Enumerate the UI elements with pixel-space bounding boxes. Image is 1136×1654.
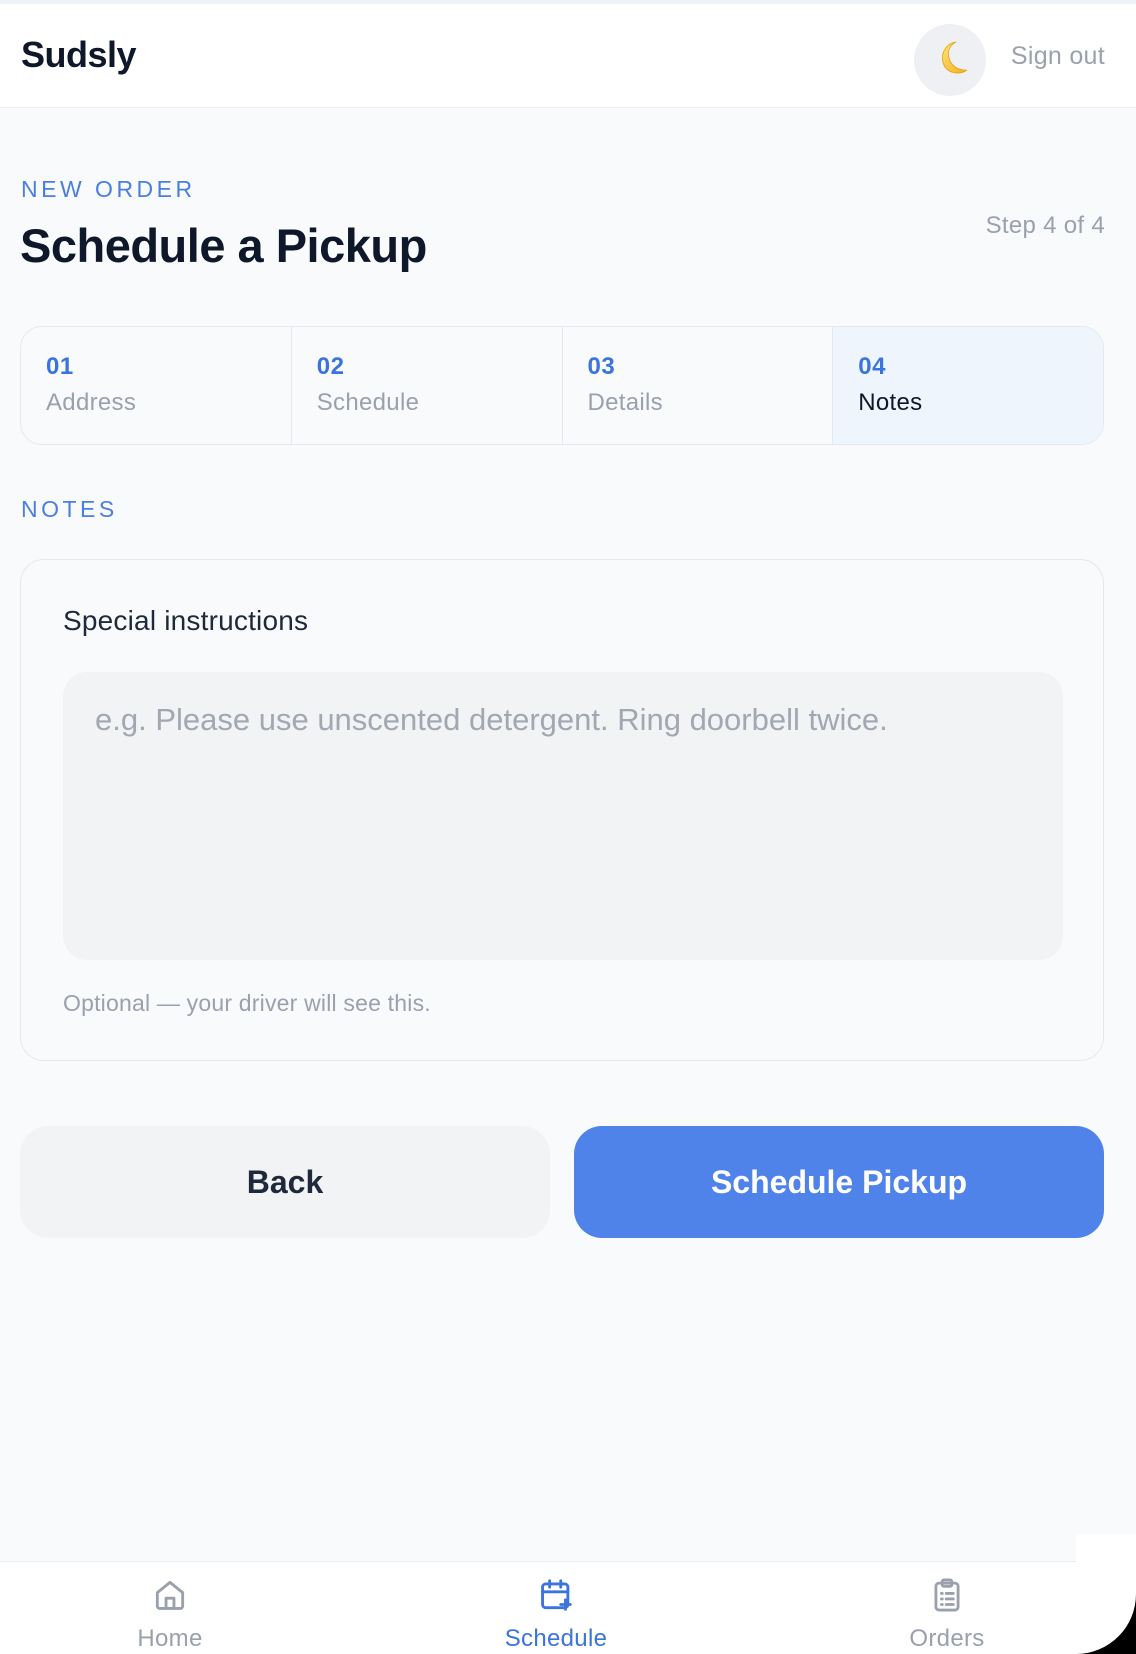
back-button[interactable]: Back — [20, 1126, 550, 1238]
top-bar: Sudsly Sign out — [0, 0, 1136, 108]
step-notes[interactable]: 04 Notes — [833, 327, 1103, 444]
step-schedule[interactable]: 02 Schedule — [292, 327, 563, 444]
app-screen: Sudsly Sign out NEW ORDER Schedule a Pic… — [0, 0, 1136, 1654]
step-label: Notes — [858, 389, 923, 416]
notes-card: Special instructions Optional — your dri… — [20, 559, 1104, 1061]
page-eyebrow: NEW ORDER — [21, 176, 196, 202]
nav-item-schedule[interactable]: Schedule — [466, 1576, 646, 1653]
step-details[interactable]: 03 Details — [563, 327, 834, 444]
nav-label: Orders — [909, 1625, 985, 1652]
home-icon — [151, 1576, 189, 1619]
step-number: 03 — [587, 353, 616, 380]
order-stepper: 01 Address 02 Schedule 03 Details 04 Not… — [20, 326, 1104, 445]
moon-icon — [929, 37, 971, 84]
special-instructions-input[interactable] — [63, 672, 1063, 960]
notes-hint: Optional — your driver will see this. — [63, 990, 431, 1016]
step-counter: Step 4 of 4 — [985, 212, 1105, 239]
calendar-plus-icon — [537, 1576, 575, 1619]
sign-out-link[interactable]: Sign out — [1011, 42, 1105, 71]
notes-section-label: NOTES — [21, 496, 118, 522]
step-number: 04 — [858, 353, 886, 380]
nav-item-home[interactable]: Home — [80, 1576, 260, 1653]
step-address[interactable]: 01 Address — [21, 327, 292, 444]
schedule-pickup-button[interactable]: Schedule Pickup — [574, 1126, 1104, 1238]
page-title: Schedule a Pickup — [20, 219, 427, 272]
special-instructions-label: Special instructions — [63, 605, 309, 636]
clipboard-list-icon — [928, 1576, 966, 1619]
nav-label: Home — [137, 1625, 203, 1652]
device-corner — [1076, 1534, 1136, 1654]
nav-label: Schedule — [504, 1625, 608, 1652]
step-label: Schedule — [316, 389, 420, 416]
step-label: Address — [46, 389, 137, 416]
bottom-nav: Home Schedule Orders — [0, 1561, 1136, 1654]
theme-toggle-button[interactable] — [914, 24, 986, 96]
nav-item-orders[interactable]: Orders — [857, 1576, 1037, 1653]
app-title: Sudsly — [21, 34, 137, 75]
step-number: 01 — [46, 353, 74, 380]
step-number: 02 — [316, 353, 345, 380]
step-label: Details — [587, 389, 663, 416]
device-corner-fill — [1076, 1534, 1136, 1654]
